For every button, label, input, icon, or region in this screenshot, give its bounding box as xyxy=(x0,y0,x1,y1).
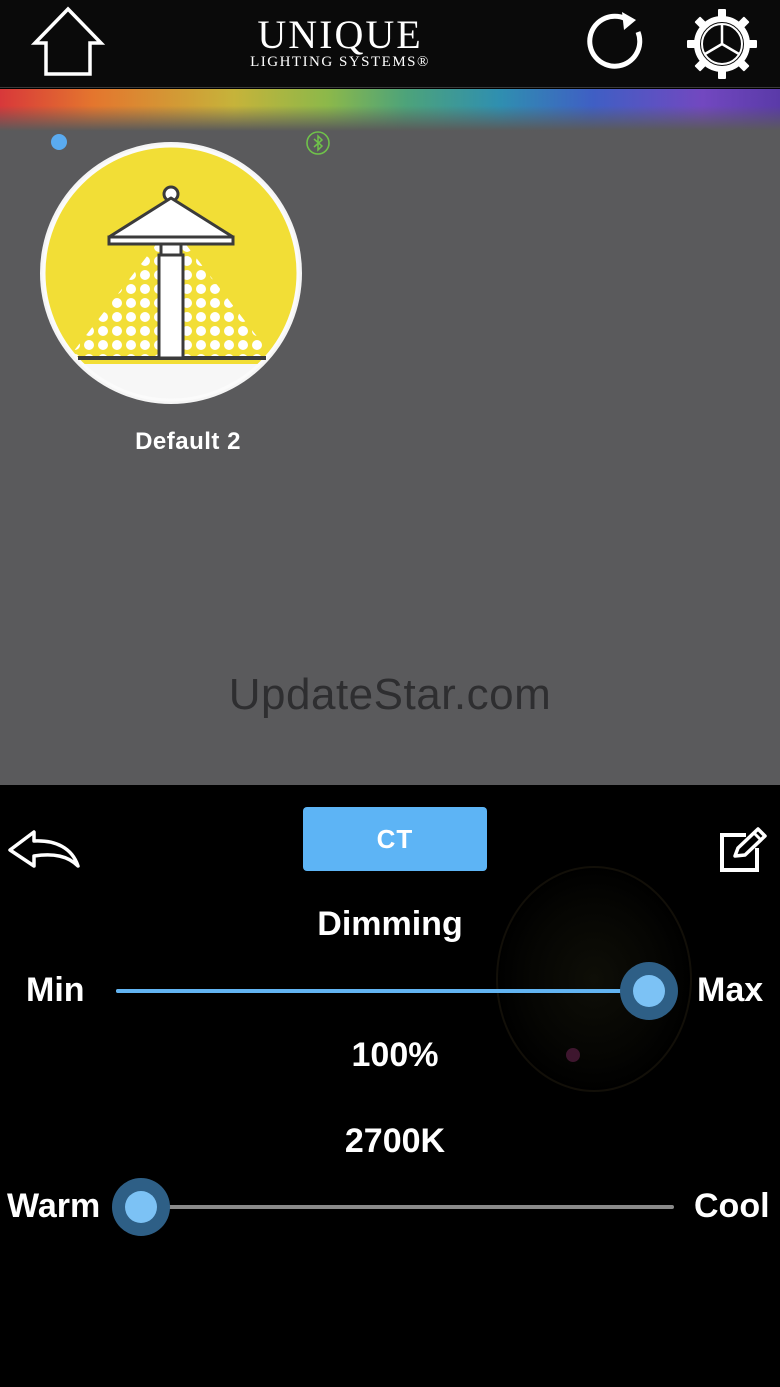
gear-icon[interactable] xyxy=(686,8,758,80)
watermark-text: UpdateStar.com xyxy=(228,670,552,719)
warm-label: Warm xyxy=(7,1187,101,1225)
bluetooth-icon xyxy=(305,130,331,156)
color-temp-slider-thumb[interactable] xyxy=(112,1178,170,1236)
dimming-value: 100% xyxy=(351,1036,439,1074)
app-header: UNIQUE LIGHTING SYSTEMS® xyxy=(0,0,780,88)
edit-icon[interactable] xyxy=(718,826,768,874)
color-spectrum-bar xyxy=(0,89,780,131)
dimming-slider-thumb[interactable] xyxy=(620,962,678,1020)
brand-name: UNIQUE xyxy=(257,12,423,57)
path-light-icon xyxy=(42,144,300,402)
brand-logo: UNIQUE LIGHTING SYSTEMS® xyxy=(190,12,490,71)
brand-subtitle: LIGHTING SYSTEMS® xyxy=(250,54,430,70)
dimming-title: Dimming xyxy=(317,905,463,943)
fixture-label: Default 2 xyxy=(135,428,241,455)
color-temp-value: 2700K xyxy=(344,1122,446,1160)
control-panel xyxy=(0,785,780,1387)
dimming-max-label: Max xyxy=(697,971,764,1009)
color-temp-slider-track[interactable] xyxy=(142,1205,674,1209)
back-arrow-icon[interactable] xyxy=(6,826,82,874)
fixture-button[interactable] xyxy=(40,142,302,404)
ct-mode-button[interactable]: CT xyxy=(303,807,487,871)
refresh-icon[interactable] xyxy=(586,8,652,74)
dimming-min-label: Min xyxy=(26,971,85,1009)
cool-label: Cool xyxy=(694,1187,770,1225)
dimming-slider-fill xyxy=(116,989,649,993)
home-icon[interactable] xyxy=(30,6,106,78)
